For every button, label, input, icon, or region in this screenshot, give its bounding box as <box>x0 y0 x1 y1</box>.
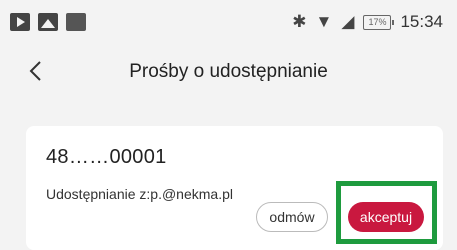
share-email-suffix: @nekma.pl <box>161 186 233 202</box>
status-bar: ✱ ▼ ◢ 17% 15:34 <box>0 0 457 44</box>
image-icon <box>38 13 58 31</box>
decline-button[interactable]: odmów <box>256 202 328 232</box>
bluetooth-icon: ✱ <box>292 12 307 31</box>
accept-button[interactable]: akceptuj <box>348 202 424 232</box>
battery-icon: 17% <box>363 14 395 30</box>
wifi-icon: ▼ <box>315 12 333 31</box>
share-request-card: 48……00001 Udostępnianie z:p.@nekma.pl od… <box>26 126 443 250</box>
video-icon <box>10 13 30 31</box>
page-title: Prośby o udostępnianie <box>129 61 328 82</box>
clock: 15:34 <box>400 12 443 31</box>
share-prefix: Udostępnianie z:p. <box>46 186 162 202</box>
signal-icon: ◢ <box>341 12 355 31</box>
battery-level: 17% <box>368 17 387 27</box>
app-header: Prośby o udostępnianie <box>0 44 457 100</box>
back-button[interactable] <box>20 56 50 86</box>
chevron-left-icon <box>29 61 41 81</box>
device-id: 48……00001 <box>46 146 167 168</box>
notification-icon <box>66 13 86 31</box>
status-right: ✱ ▼ ◢ 17% 15:34 <box>292 12 443 32</box>
share-info: Udostępnianie z:p.@nekma.pl <box>46 186 233 202</box>
status-left-icons <box>10 13 86 31</box>
